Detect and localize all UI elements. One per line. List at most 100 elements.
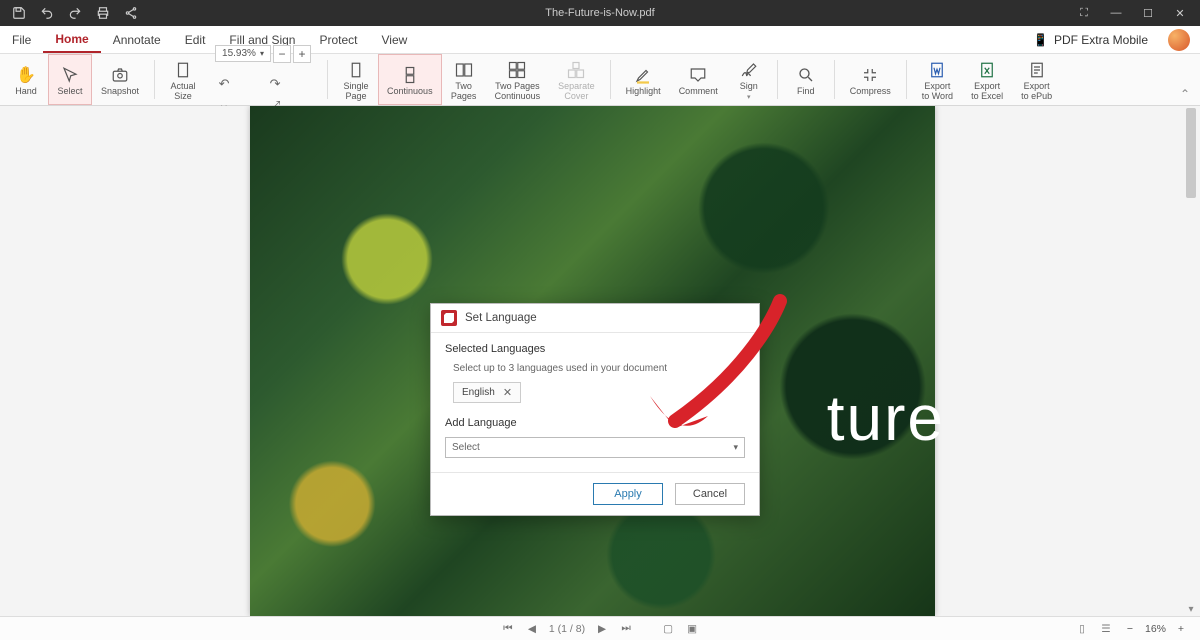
status-zoom-in-button[interactable]: + [1174,623,1188,635]
chevron-down-icon: ▾ [260,49,264,58]
epub-icon [1027,60,1047,80]
sign-icon [739,60,759,80]
redo-icon[interactable] [68,6,82,20]
hand-tool-button[interactable]: ✋Hand [4,54,48,105]
two-pages-continuous-button[interactable]: Two Pages Continuous [486,54,550,105]
view-mode-single-icon[interactable]: ▯ [1075,622,1089,636]
ribbon-toolbar: ✋Hand Select Snapshot Actual Size 15.93%… [0,54,1200,106]
rotate-left-icon[interactable]: ↶ [215,75,233,93]
page-layout-b-icon[interactable]: ▣ [685,623,699,635]
view-mode-continuous-icon[interactable]: ☰ [1099,622,1113,636]
scroll-down-icon[interactable]: ▾ [1184,602,1198,616]
user-avatar[interactable] [1168,29,1190,51]
comment-button[interactable]: Comment [670,54,727,105]
page-navigator: ⏮ ◀ 1 (1 / 8) ▶ ⏭ ▢ ▣ [501,622,699,635]
zoom-value-dropdown[interactable]: 15.93%▾ [215,45,271,62]
scrollbar-thumb[interactable] [1186,108,1196,198]
undo-icon[interactable] [40,6,54,20]
actual-size-button[interactable]: Actual Size [161,54,205,105]
page-layout-a-icon[interactable]: ▢ [661,623,675,635]
camera-icon [110,65,130,85]
menu-home[interactable]: Home [43,26,100,53]
status-zoom-control: − 16% + [1123,623,1188,635]
cursor-icon [60,65,80,85]
word-icon [927,60,947,80]
highlight-button[interactable]: Highlight [617,54,670,105]
language-chip-english: English ✕ [453,382,521,403]
maximize-icon[interactable]: ☐ [1140,7,1156,20]
zoom-out-button[interactable]: − [273,45,291,63]
quick-access-toolbar [0,6,138,20]
excel-icon [977,60,997,80]
minimize-icon[interactable]: — [1108,7,1124,20]
print-icon[interactable] [96,6,110,20]
comment-icon [688,65,708,85]
chevron-down-icon: ▾ [733,442,738,453]
cancel-button[interactable]: Cancel [675,483,745,505]
two-pages-button[interactable]: Two Pages [442,54,486,105]
first-page-icon[interactable]: ⏮ [501,622,515,635]
mobile-label: PDF Extra Mobile [1054,33,1148,47]
menu-bar: File Home Annotate Edit Fill and Sign Pr… [0,26,1200,54]
apply-button[interactable]: Apply [593,483,663,505]
prev-page-icon[interactable]: ◀ [525,623,539,635]
language-chip-label: English [462,387,495,398]
last-page-icon[interactable]: ⏭ [619,622,633,635]
remove-language-icon[interactable]: ✕ [503,386,512,399]
select-placeholder: Select [452,442,480,453]
collapse-ribbon-icon[interactable]: ⌃ [1180,87,1190,101]
status-zoom-out-button[interactable]: − [1123,623,1137,635]
highlight-icon [633,65,653,85]
save-icon[interactable] [12,6,26,20]
add-language-heading: Add Language [445,417,745,429]
set-language-dialog: Set Language Selected Languages Select u… [430,303,760,516]
close-icon[interactable]: ✕ [1172,7,1188,20]
export-word-button[interactable]: Export to Word [913,54,962,105]
search-icon [796,65,816,85]
page-indicator: 1 (1 / 8) [549,623,585,635]
app-logo-icon [441,310,457,326]
rotate-right-icon[interactable]: ↷ [266,75,284,93]
two-pages-cont-icon [507,60,527,80]
share-icon[interactable] [124,6,138,20]
add-language-select[interactable]: Select ▾ [445,437,745,458]
dialog-titlebar: Set Language [431,304,759,333]
hand-icon: ✋ [16,65,36,85]
export-excel-button[interactable]: Export to Excel [962,54,1012,105]
separate-cover-icon [566,60,586,80]
zoom-in-button[interactable]: + [293,45,311,63]
menu-file[interactable]: File [0,26,43,53]
sign-button[interactable]: Sign▾ [727,54,771,105]
fullscreen-icon[interactable]: ⛶ [1076,7,1092,20]
page-hero-text: ture [827,381,945,455]
document-title: The-Future-is-Now.pdf [545,7,654,19]
status-bar: ⏮ ◀ 1 (1 / 8) ▶ ⏭ ▢ ▣ ▯ ☰ − 16% + [0,616,1200,640]
single-page-icon [346,60,366,80]
mobile-icon: 📱 [1033,33,1048,47]
pdf-extra-mobile-link[interactable]: 📱 PDF Extra Mobile [1019,26,1162,53]
vertical-scrollbar[interactable]: ▴ ▾ [1184,108,1198,614]
dialog-title: Set Language [465,312,537,324]
menu-view[interactable]: View [369,26,419,53]
menu-annotate[interactable]: Annotate [101,26,173,53]
single-page-button[interactable]: Single Page [334,54,378,105]
two-pages-icon [454,60,474,80]
compress-icon [860,65,880,85]
page-1to1-icon [173,60,193,80]
snapshot-button[interactable]: Snapshot [92,54,148,105]
title-bar: The-Future-is-Now.pdf ⛶ — ☐ ✕ [0,0,1200,26]
window-controls: ⛶ — ☐ ✕ [1076,7,1200,20]
select-tool-button[interactable]: Select [48,54,92,105]
document-viewport[interactable]: ture ▴ ▾ Set Language Selected Languages… [0,106,1200,616]
selected-languages-hint: Select up to 3 languages used in your do… [453,363,745,374]
find-button[interactable]: Find [784,54,828,105]
continuous-icon [400,65,420,85]
status-zoom-value: 16% [1145,623,1166,635]
compress-button[interactable]: Compress [841,54,900,105]
separate-cover-button: Separate Cover [549,54,604,105]
selected-languages-heading: Selected Languages [445,343,745,355]
export-epub-button[interactable]: Export to ePub [1012,54,1061,105]
next-page-icon[interactable]: ▶ [595,623,609,635]
chevron-down-icon: ▾ [747,93,751,101]
continuous-button[interactable]: Continuous [378,54,442,105]
